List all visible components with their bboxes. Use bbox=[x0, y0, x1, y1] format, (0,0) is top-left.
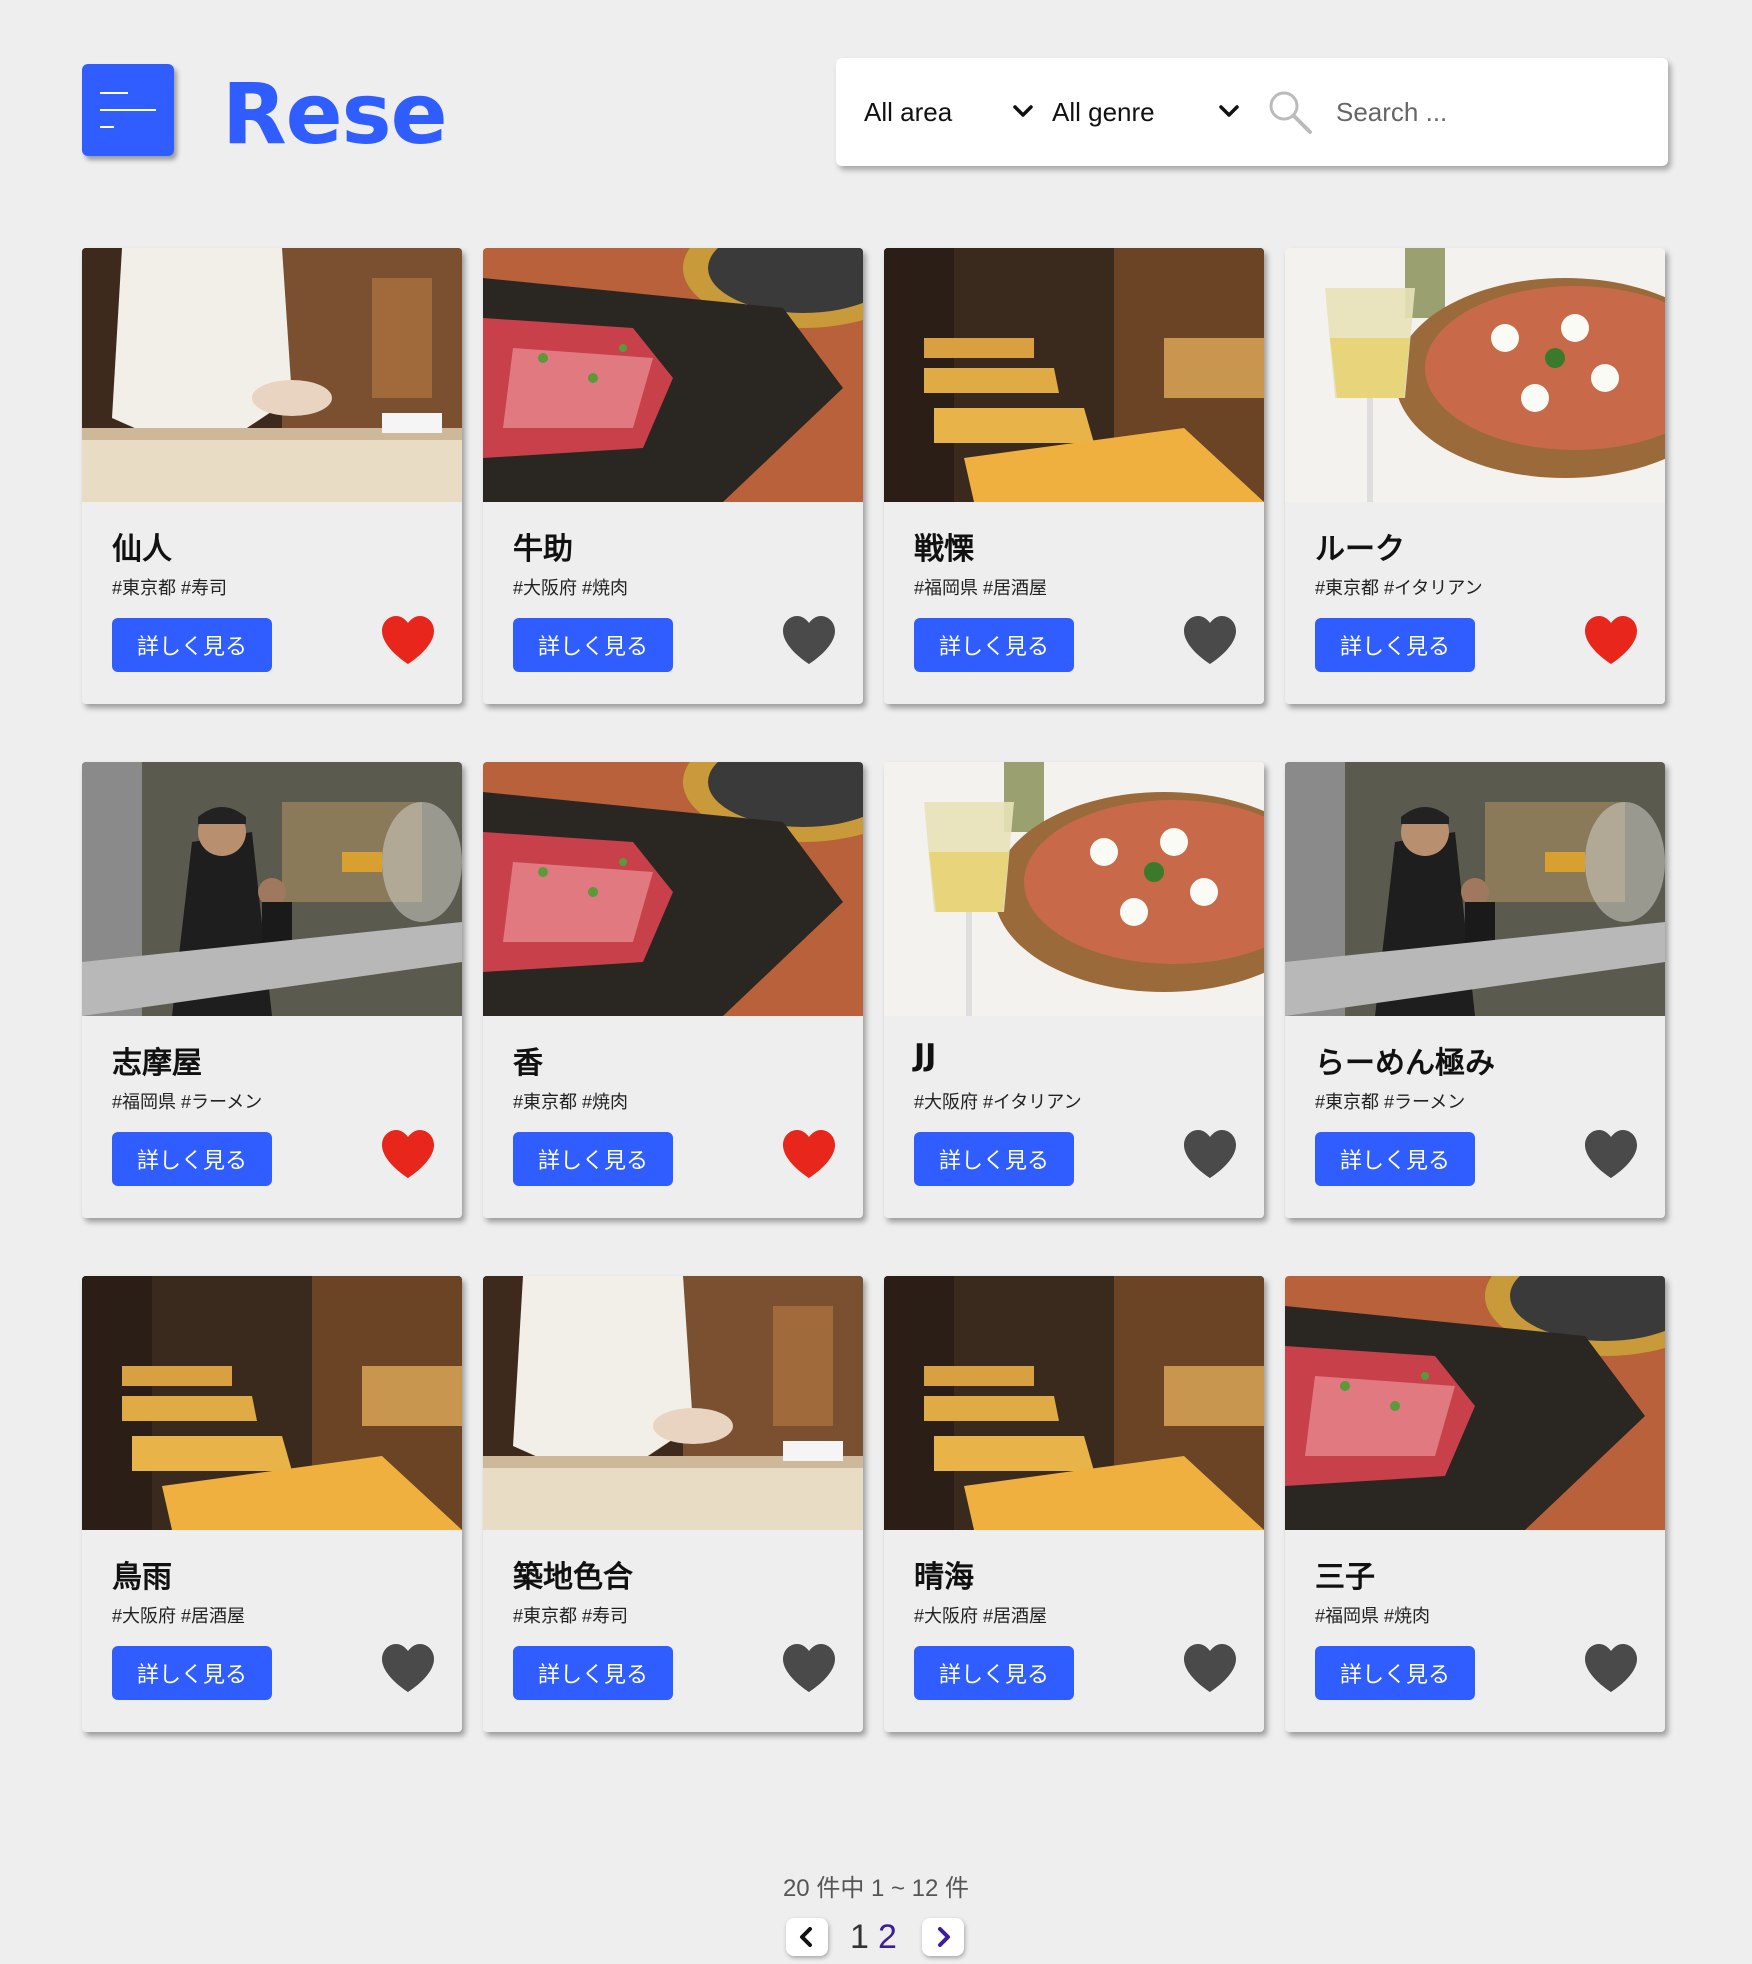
shop-tags: #福岡県 #居酒屋 bbox=[914, 578, 1048, 598]
detail-button[interactable]: 詳しく見る bbox=[513, 1132, 673, 1186]
heart-icon[interactable] bbox=[380, 614, 436, 666]
heart-icon[interactable] bbox=[380, 1128, 436, 1180]
heart-icon[interactable] bbox=[1182, 1642, 1238, 1694]
heart-icon[interactable] bbox=[781, 1128, 837, 1180]
heart-icon[interactable] bbox=[1182, 614, 1238, 666]
search-bar: All area All genre bbox=[836, 58, 1668, 166]
heart-icon[interactable] bbox=[1583, 1128, 1639, 1180]
detail-button[interactable]: 詳しく見る bbox=[914, 618, 1074, 672]
shop-card: 戦慄 #福岡県 #居酒屋詳しく見る bbox=[884, 248, 1264, 704]
detail-button[interactable]: 詳しく見る bbox=[1315, 1646, 1475, 1700]
menu-line bbox=[100, 92, 128, 94]
detail-button[interactable]: 詳しく見る bbox=[1315, 618, 1475, 672]
shop-name: JJ bbox=[914, 1038, 937, 1073]
shop-name: 鳥雨 bbox=[112, 1560, 172, 1595]
shop-name: 香 bbox=[513, 1046, 543, 1081]
shop-card: 仙人 #東京都 #寿司詳しく見る bbox=[82, 248, 462, 704]
shop-card: 鳥雨 #大阪府 #居酒屋詳しく見る bbox=[82, 1276, 462, 1732]
shop-image bbox=[82, 762, 462, 1016]
shop-image bbox=[1285, 248, 1665, 502]
shop-image bbox=[82, 248, 462, 502]
menu-line bbox=[100, 126, 114, 128]
detail-button[interactable]: 詳しく見る bbox=[513, 1646, 673, 1700]
heart-icon[interactable] bbox=[781, 614, 837, 666]
shop-card: ルーク #東京都 #イタリアン詳しく見る bbox=[1285, 248, 1665, 704]
shop-tags: #東京都 #ラーメン bbox=[1315, 1092, 1466, 1112]
heart-icon[interactable] bbox=[781, 1642, 837, 1694]
shop-image bbox=[884, 1276, 1264, 1530]
heart-icon[interactable] bbox=[1182, 1128, 1238, 1180]
shop-name: 築地色合 bbox=[513, 1560, 633, 1595]
heart-icon[interactable] bbox=[1583, 614, 1639, 666]
shop-image bbox=[483, 762, 863, 1016]
shop-card: JJ #大阪府 #イタリアン詳しく見る bbox=[884, 762, 1264, 1218]
shop-image bbox=[1285, 762, 1665, 1016]
detail-button[interactable]: 詳しく見る bbox=[112, 1132, 272, 1186]
detail-button[interactable]: 詳しく見る bbox=[914, 1646, 1074, 1700]
detail-button[interactable]: 詳しく見る bbox=[112, 618, 272, 672]
shop-name: ルーク bbox=[1315, 532, 1405, 567]
shop-card: らーめん極み #東京都 #ラーメン詳しく見る bbox=[1285, 762, 1665, 1218]
shop-name: 晴海 bbox=[914, 1560, 974, 1595]
shop-image bbox=[483, 248, 863, 502]
shop-image bbox=[1285, 1276, 1665, 1530]
shop-card: 牛助 #大阪府 #焼肉詳しく見る bbox=[483, 248, 863, 704]
prev-page-button[interactable] bbox=[786, 1918, 828, 1956]
shop-card: 三子 #福岡県 #焼肉詳しく見る bbox=[1285, 1276, 1665, 1732]
shop-tags: #大阪府 #イタリアン bbox=[914, 1092, 1082, 1112]
result-count: 20 件中 1 ~ 12 件 bbox=[782, 1875, 970, 1902]
menu-line bbox=[100, 109, 156, 111]
shop-tags: #東京都 #寿司 bbox=[513, 1606, 629, 1626]
search-input[interactable] bbox=[1336, 82, 1636, 142]
shop-card: 香 #東京都 #焼肉詳しく見る bbox=[483, 762, 863, 1218]
shop-card: 志摩屋 #福岡県 #ラーメン詳しく見る bbox=[82, 762, 462, 1218]
page-number[interactable]: 1 bbox=[850, 1918, 869, 1957]
shop-name: 牛助 bbox=[513, 532, 573, 567]
shop-tags: #大阪府 #居酒屋 bbox=[914, 1606, 1048, 1626]
shop-name: 三子 bbox=[1315, 1560, 1375, 1595]
chevron-right-icon bbox=[938, 1927, 950, 1947]
shop-card: 晴海 #大阪府 #居酒屋詳しく見る bbox=[884, 1276, 1264, 1732]
shop-tags: #福岡県 #ラーメン bbox=[112, 1092, 263, 1112]
shop-image bbox=[483, 1276, 863, 1530]
chevron-down-icon bbox=[1013, 105, 1033, 117]
shop-name: らーめん極み bbox=[1315, 1046, 1495, 1081]
shop-name: 仙人 bbox=[112, 532, 172, 567]
detail-button[interactable]: 詳しく見る bbox=[513, 618, 673, 672]
area-select[interactable]: All area bbox=[864, 58, 1034, 166]
shop-image bbox=[82, 1276, 462, 1530]
shop-image bbox=[884, 248, 1264, 502]
genre-select[interactable]: All genre bbox=[1052, 58, 1240, 166]
page-number[interactable]: 2 bbox=[878, 1918, 897, 1957]
detail-button[interactable]: 詳しく見る bbox=[914, 1132, 1074, 1186]
detail-button[interactable]: 詳しく見る bbox=[1315, 1132, 1475, 1186]
chevron-left-icon bbox=[800, 1927, 812, 1947]
shop-tags: #東京都 #焼肉 bbox=[513, 1092, 629, 1112]
logo: Rese bbox=[222, 65, 448, 163]
shop-tags: #大阪府 #焼肉 bbox=[513, 578, 629, 598]
chevron-down-icon bbox=[1219, 105, 1239, 117]
shop-tags: #大阪府 #居酒屋 bbox=[112, 1606, 246, 1626]
shop-name: 戦慄 bbox=[914, 532, 974, 567]
shop-tags: #東京都 #寿司 bbox=[112, 578, 228, 598]
menu-button[interactable] bbox=[82, 64, 174, 156]
shop-name: 志摩屋 bbox=[112, 1046, 202, 1081]
shop-tags: #福岡県 #焼肉 bbox=[1315, 1606, 1431, 1626]
next-page-button[interactable] bbox=[922, 1918, 964, 1956]
detail-button[interactable]: 詳しく見る bbox=[112, 1646, 272, 1700]
shop-tags: #東京都 #イタリアン bbox=[1315, 578, 1483, 598]
area-select-value: All area bbox=[864, 96, 953, 127]
heart-icon[interactable] bbox=[1583, 1642, 1639, 1694]
search-icon bbox=[1269, 91, 1312, 134]
shop-image bbox=[884, 762, 1264, 1016]
genre-select-value: All genre bbox=[1052, 96, 1155, 127]
heart-icon[interactable] bbox=[380, 1642, 436, 1694]
shop-card: 築地色合 #東京都 #寿司詳しく見る bbox=[483, 1276, 863, 1732]
